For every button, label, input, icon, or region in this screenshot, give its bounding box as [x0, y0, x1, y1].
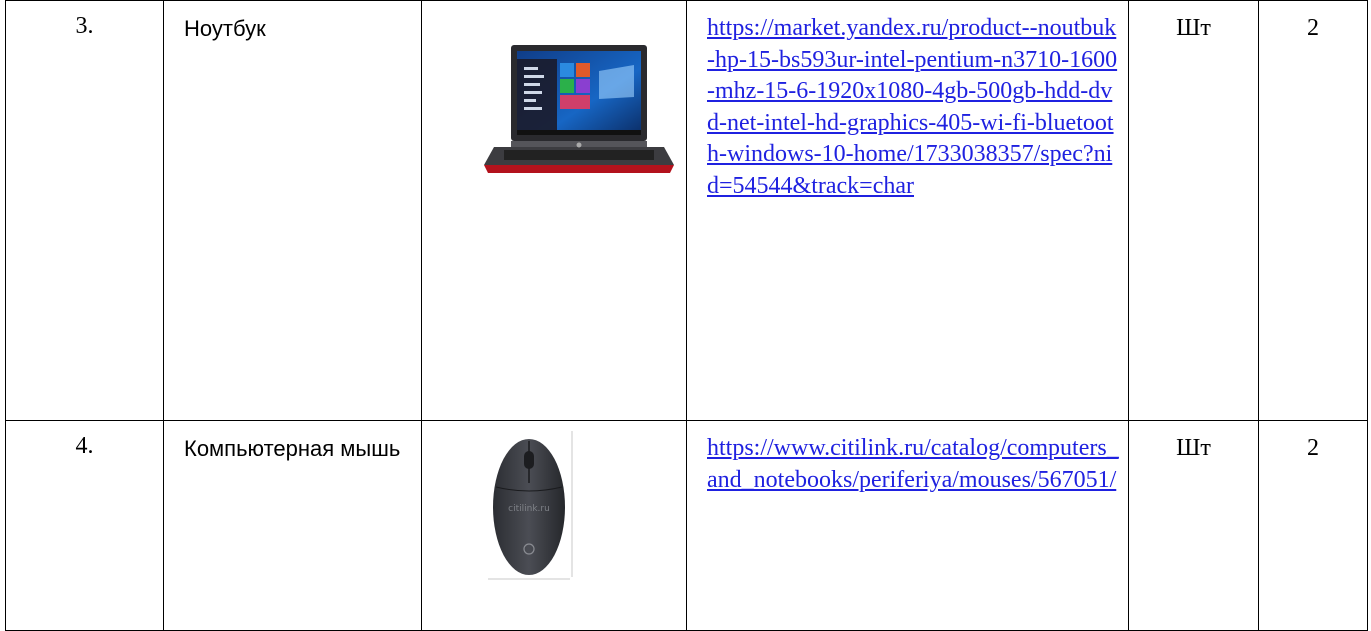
laptop-photo-icon	[484, 45, 674, 173]
quantity-value: 2	[1258, 420, 1368, 631]
row-number: 4.	[5, 420, 164, 631]
mouse-photo-icon: citilink.ru	[488, 431, 573, 580]
unit-label: Шт	[1128, 0, 1259, 421]
products-table: 3. Ноутбук https://market.yandex.ru/prod…	[5, 0, 1368, 631]
table-row: 4. Компьютерная мышь citilink.ru https:/…	[5, 420, 1368, 631]
unit-label: Шт	[1128, 420, 1259, 631]
product-name: Ноутбук	[163, 0, 422, 421]
quantity-value: 2	[1258, 0, 1368, 421]
row-number: 3.	[5, 0, 164, 421]
product-image-cell: citilink.ru	[421, 420, 687, 631]
product-image-cell	[421, 0, 687, 421]
svg-text:citilink.ru: citilink.ru	[508, 504, 550, 514]
product-name: Компьютерная мышь	[163, 420, 422, 631]
table-row: 3. Ноутбук https://market.yandex.ru/prod…	[5, 0, 1368, 421]
product-link-cell: https://www.citilink.ru/catalog/computer…	[686, 420, 1129, 631]
product-link[interactable]: https://market.yandex.ru/product--noutbu…	[707, 15, 1117, 199]
product-link-cell: https://market.yandex.ru/product--noutbu…	[686, 0, 1129, 421]
product-link[interactable]: https://www.citilink.ru/catalog/computer…	[707, 435, 1119, 493]
